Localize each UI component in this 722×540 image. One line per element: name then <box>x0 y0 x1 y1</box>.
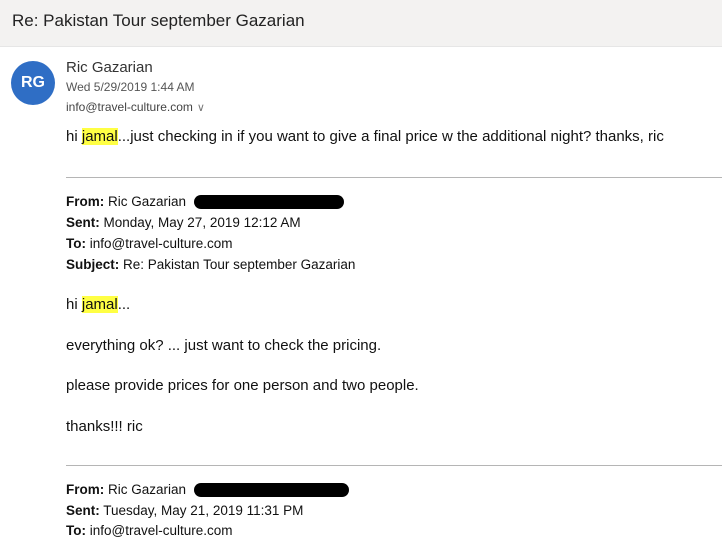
quoted-sent: Sent: Monday, May 27, 2019 12:12 AM <box>66 215 301 230</box>
email-subject: Re: Pakistan Tour september Gazarian <box>12 11 305 30</box>
quoted-to: To: info@travel-culture.com <box>66 236 233 251</box>
chevron-down-icon[interactable]: ∨ <box>197 101 205 114</box>
to-label: To: <box>66 523 86 538</box>
redaction-mark <box>193 195 344 210</box>
highlighted-name: jamal <box>81 296 118 313</box>
quoted-signoff: thanks!!! ric <box>66 418 143 435</box>
sent-label: Sent: <box>66 503 100 518</box>
subject-bar: Re: Pakistan Tour september Gazarian <box>0 0 722 47</box>
sent-label: Sent: <box>66 215 100 230</box>
quoted-from: From: Ric Gazarian <box>66 482 349 498</box>
avatar[interactable]: RG <box>11 61 55 105</box>
quoted-line: please provide prices for one person and… <box>66 377 419 394</box>
highlighted-name: jamal <box>81 128 118 145</box>
greeting: hi <box>66 128 78 145</box>
quoted-from: From: Ric Gazarian <box>66 194 344 210</box>
subject-label: Subject: <box>66 257 120 272</box>
sent-value: Monday, May 27, 2019 12:12 AM <box>103 215 301 230</box>
quoted-subject: Subject: Re: Pakistan Tour september Gaz… <box>66 257 355 272</box>
recipient-address[interactable]: info@travel-culture.com <box>66 100 193 114</box>
greeting-rest: ... <box>117 296 131 313</box>
message-body: hi jamal...just checking in if you want … <box>66 128 664 145</box>
sender-name[interactable]: Ric Gazarian <box>66 59 153 76</box>
quote-divider <box>66 177 722 178</box>
message-date: Wed 5/29/2019 1:44 AM <box>66 80 195 94</box>
to-value: info@travel-culture.com <box>89 523 233 538</box>
from-label: From: <box>66 194 105 209</box>
to-label: To: <box>66 236 86 251</box>
recipient-line[interactable]: info@travel-culture.com ∨ <box>66 100 205 114</box>
body-text: ...just checking in if you want to give … <box>117 128 664 145</box>
greeting: hi <box>66 296 78 313</box>
quoted-to: To: info@travel-culture.com <box>66 523 233 538</box>
subject-value: Re: Pakistan Tour september Gazarian <box>123 257 356 272</box>
quote-divider <box>66 465 722 466</box>
redaction-mark <box>193 483 349 498</box>
to-value: info@travel-culture.com <box>89 236 233 251</box>
from-label: From: <box>66 482 105 497</box>
from-value: Ric Gazarian <box>108 482 187 497</box>
quoted-greeting: hi jamal... <box>66 296 130 313</box>
quoted-sent: Sent: Tuesday, May 21, 2019 11:31 PM <box>66 503 303 518</box>
quoted-line: everything ok? ... just want to check th… <box>66 337 382 354</box>
from-value: Ric Gazarian <box>108 194 187 209</box>
sent-value: Tuesday, May 21, 2019 11:31 PM <box>103 503 304 518</box>
